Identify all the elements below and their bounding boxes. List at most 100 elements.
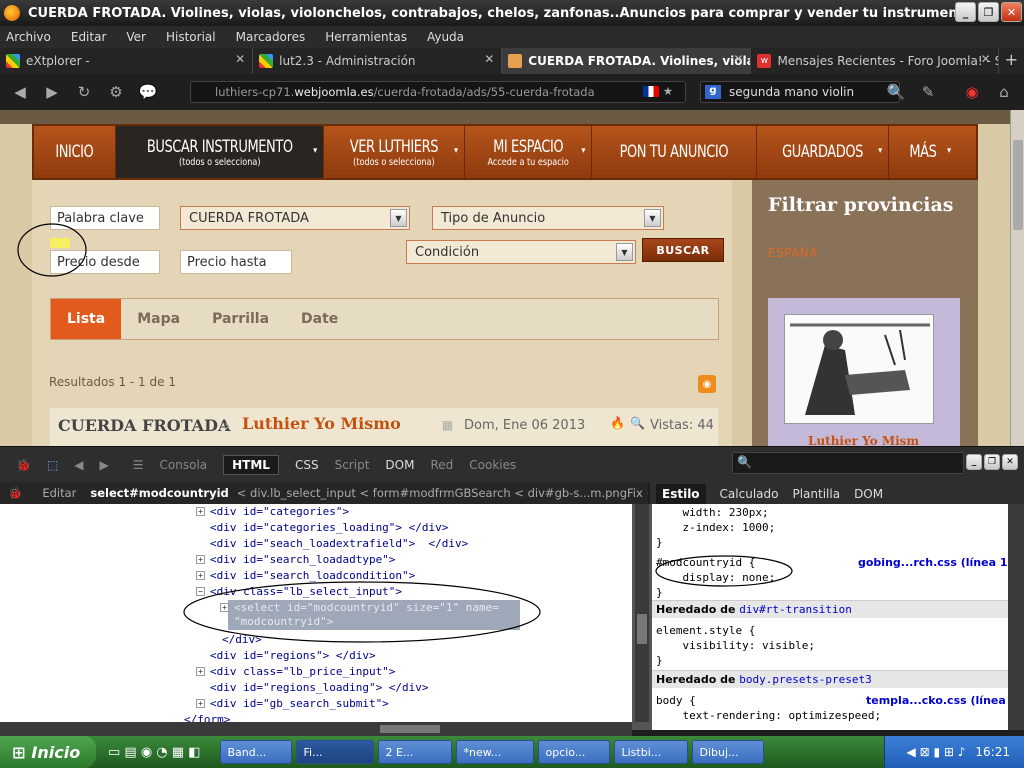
maximize-button[interactable]: ❐ (978, 2, 999, 22)
html-line-selected-cont[interactable]: "modcountryid"> (234, 614, 333, 630)
css-line[interactable]: width: 230px; (656, 506, 768, 520)
html-line[interactable]: <div id="regions"> </div> (210, 648, 376, 664)
css-line[interactable]: text-rendering: optimizespeed; (656, 709, 881, 723)
firebug-icon[interactable]: 🐞 (16, 458, 31, 472)
tab-estilo[interactable]: Estilo (656, 484, 706, 504)
inspect-icon[interactable]: ⬚ (47, 458, 58, 472)
chat-icon[interactable]: 💬 (136, 80, 160, 104)
fb-tab-dom[interactable]: DOM (385, 458, 414, 472)
css-rule-selector[interactable]: #modcountryid { (656, 556, 755, 570)
tab-extplorer[interactable]: eXtplorer - ✕ (0, 48, 254, 74)
html-line[interactable]: <div class="lb_price_input"> (210, 664, 395, 680)
pen-icon[interactable]: ✎ (916, 80, 940, 104)
category-select[interactable]: CUERDA FROTADA ▼ (180, 206, 410, 230)
html-line[interactable]: <div id="gb_search_submit"> (210, 696, 389, 712)
minimize-button[interactable]: _ (955, 2, 976, 22)
search-input[interactable]: g segunda mano violin (700, 81, 900, 103)
nav-buscar-instrumento[interactable]: BUSCAR INSTRUMENTO (todos o selecciona) ▾ (115, 126, 325, 178)
reload-icon[interactable]: ↻ (72, 80, 96, 104)
nav-guardados[interactable]: GUARDADOS ▾ (757, 126, 890, 178)
menu-ver[interactable]: Ver (126, 30, 146, 44)
fb-tab-cookies[interactable]: Cookies (469, 458, 516, 472)
condition-select[interactable]: Condición ▼ (406, 240, 636, 264)
menu-ayuda[interactable]: Ayuda (427, 30, 464, 44)
tab-close-icon[interactable]: ✕ (483, 53, 495, 65)
tray-icons[interactable]: ◀ ⊠ ▮ ⊞ ♪ (907, 745, 966, 759)
nav-inicio[interactable]: INICIO (34, 126, 116, 178)
tab-admin[interactable]: lut2.3 - Administración ✕ (253, 48, 503, 74)
html-line[interactable]: </form> (184, 712, 230, 722)
rss-icon[interactable]: ◉ (698, 375, 716, 393)
html-line[interactable]: <div id="regions_loading"> </div> (210, 680, 429, 696)
html-line[interactable]: <div id="search_loadcondition"> (210, 568, 415, 584)
expand-icon[interactable]: + (220, 603, 229, 612)
page-scrollbar[interactable] (1010, 110, 1024, 446)
home-icon[interactable]: ⌂ (992, 80, 1016, 104)
nav-ver-luthiers[interactable]: VER LUTHIERS (todos o selecciona) ▾ (324, 126, 466, 178)
buscar-button[interactable]: BUSCAR (642, 238, 724, 262)
taskbar-item[interactable]: Listbi... (614, 740, 689, 764)
collapse-icon[interactable]: − (196, 587, 205, 596)
tab-calculado[interactable]: Calculado (720, 487, 779, 501)
expand-icon[interactable]: + (196, 699, 205, 708)
tab-close-icon[interactable]: ✕ (732, 53, 744, 65)
html-line[interactable]: <div id="categories"> (210, 504, 349, 520)
tab-close-icon[interactable]: ✕ (234, 53, 246, 65)
css-line[interactable]: z-index: 1000; (656, 521, 775, 535)
url-bar[interactable]: luthiers-cp71. webjoomla.es/cuerda-frotad… (190, 81, 686, 103)
back-icon[interactable]: ◀ (8, 80, 32, 104)
taskbar-item[interactable]: 2 E... (378, 740, 453, 764)
clock[interactable]: 16:21 (975, 745, 1010, 759)
taskbar-item[interactable]: Band... (220, 740, 293, 764)
list-icon[interactable]: ☰ (133, 458, 144, 472)
css-line-display[interactable]: display: none; (656, 571, 775, 585)
fb-tab-css[interactable]: CSS (295, 458, 319, 472)
menu-marcadores[interactable]: Marcadores (236, 30, 306, 44)
breadcrumb-current[interactable]: select#modcountryid (90, 486, 228, 500)
keyword-input[interactable]: Palabra clave (50, 206, 160, 230)
firebug-search-input[interactable]: 🔍 (732, 452, 964, 474)
addon-stop-icon[interactable]: ◉ (960, 80, 984, 104)
html-line[interactable]: </div> (222, 632, 262, 648)
expand-icon[interactable]: + (196, 667, 205, 676)
breadcrumb-path[interactable]: < div.lb_select_input < form#modfrmGBSea… (237, 486, 648, 500)
menu-herramientas[interactable]: Herramientas (325, 30, 407, 44)
expand-icon[interactable]: + (196, 571, 205, 580)
taskbar-item[interactable]: *new... (456, 740, 535, 764)
fb-tab-consola[interactable]: Consola (160, 458, 208, 472)
menu-editar[interactable]: Editar (71, 30, 107, 44)
css-line[interactable]: body { (656, 694, 696, 708)
listing-row[interactable]: CUERDA FROTADA › Luthier Yo Mismo ▦ Dom,… (50, 408, 718, 446)
expand-icon[interactable]: + (196, 507, 205, 516)
css-source-link[interactable]: gobing...rch.css (línea 156) (858, 556, 1008, 570)
fb-tab-red[interactable]: Red (430, 458, 453, 472)
style-scrollbar[interactable] (1008, 504, 1024, 730)
quicklaunch-icons[interactable]: ▭ ▤ ◉ ◔ ▦ ◧ (108, 745, 200, 760)
taskbar-item[interactable]: opcio... (538, 740, 611, 764)
taskbar-item[interactable]: Fi... (296, 740, 375, 764)
fb-minimize-button[interactable]: _ (966, 454, 982, 470)
tab-parrilla[interactable]: Parrilla (196, 299, 285, 339)
tab-lista[interactable]: Lista (51, 299, 122, 339)
html-line[interactable]: <div class="lb_select_input"> (210, 584, 402, 600)
fb-tab-script[interactable]: Script (335, 458, 370, 472)
fb-tab-html[interactable]: HTML (223, 454, 279, 475)
menu-archivo[interactable]: Archivo (6, 30, 51, 44)
close-button[interactable]: ✕ (1001, 2, 1022, 22)
nav-mas[interactable]: MÁS ▾ (889, 126, 957, 178)
html-hscrollbar[interactable] (0, 722, 632, 736)
css-source-link[interactable]: templa...cko.css (línea 9) (866, 694, 1008, 708)
start-button[interactable]: ⊞ Inicio (0, 736, 96, 768)
search-icon[interactable]: 🔍 (884, 80, 908, 104)
region-link[interactable]: ESPAÑA (768, 246, 818, 260)
listing-caption[interactable]: Luthier Yo Mism (808, 434, 919, 446)
price-from-input[interactable]: Precio desde (50, 250, 160, 274)
tab-date[interactable]: Date (285, 299, 354, 339)
tab-dom-style[interactable]: DOM (854, 487, 883, 501)
prev-icon[interactable]: ◀ (74, 458, 83, 472)
tab-close-icon[interactable]: ✕ (980, 53, 992, 65)
menu-historial[interactable]: Historial (166, 30, 216, 44)
listing-title[interactable]: Luthier Yo Mismo (242, 414, 401, 433)
bookmark-star-icon[interactable]: ★ (663, 84, 673, 98)
ad-type-select[interactable]: Tipo de Anuncio ▼ (432, 206, 664, 230)
